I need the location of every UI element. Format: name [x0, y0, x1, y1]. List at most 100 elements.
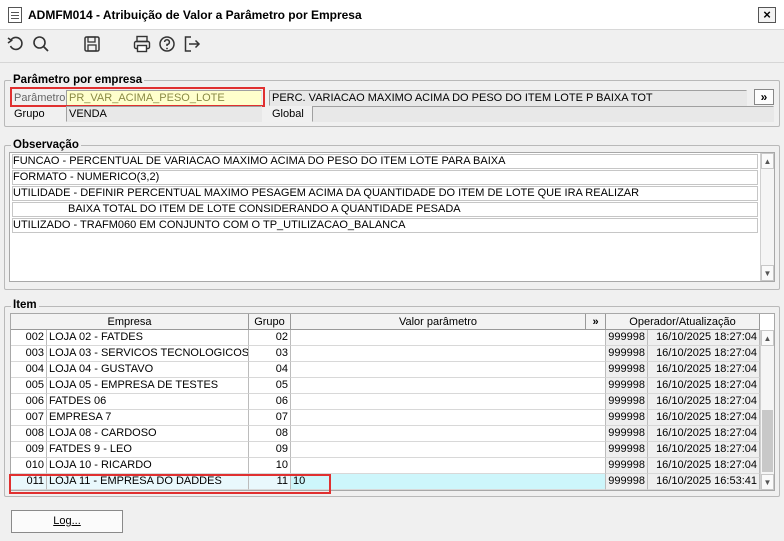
table-row[interactable]: 009 FATDES 9 - LEO 09 999998 16/10/2025 18:2…	[11, 442, 760, 458]
log-button[interactable]: Log...	[11, 510, 123, 533]
grupo-field: VENDA	[66, 106, 262, 122]
column-header-empresa[interactable]: Empresa	[11, 314, 249, 330]
empresa-cell: LOJA 02 - FATDES	[47, 330, 249, 346]
valor-parametro-input[interactable]	[291, 378, 606, 394]
atualizacao-cell: 16/10/2025 18:27:04	[648, 394, 760, 410]
column-header-grupo[interactable]: Grupo	[249, 314, 291, 330]
cod-cell: 010	[11, 458, 47, 474]
cod-cell: 002	[11, 330, 47, 346]
grupo-cell: 09	[249, 442, 291, 458]
global-label: Global	[272, 108, 304, 120]
print-icon[interactable]	[132, 34, 152, 54]
save-icon[interactable]	[82, 34, 102, 54]
column-header-operador[interactable]: Operador/Atualização	[606, 314, 760, 330]
operador-cell: 999998	[606, 330, 648, 346]
cod-cell: 003	[11, 346, 47, 362]
empresa-cell: LOJA 11 - EMPRESA DO DADDES	[47, 474, 249, 490]
operador-cell: 999998	[606, 394, 648, 410]
atualizacao-cell: 16/10/2025 16:53:41	[648, 474, 760, 490]
help-icon[interactable]	[157, 34, 177, 54]
cod-cell: 008	[11, 426, 47, 442]
observacao-line: UTILIZADO - TRAFM060 EM CONJUNTO COM O T…	[12, 218, 758, 233]
parametro-description-field: PERC. VARIACAO MAXIMO ACIMA DO PESO DO I…	[269, 90, 747, 106]
atualizacao-cell: 16/10/2025 18:27:04	[648, 410, 760, 426]
table-row[interactable]: 002 LOJA 02 - FATDES 02 999998 16/10/2025 18…	[11, 330, 760, 346]
table-row[interactable]: 006 FATDES 06 06 999998 16/10/2025 18:27:04	[11, 394, 760, 410]
param-group-legend: Parâmetro por empresa	[11, 74, 145, 86]
valor-parametro-input[interactable]	[291, 394, 606, 410]
grupo-cell: 08	[249, 426, 291, 442]
scroll-up-icon[interactable]: ▲	[761, 330, 774, 346]
observacao-line: FUNCAO - PERCENTUAL DE VARIACAO MAXIMO A…	[12, 154, 758, 169]
valor-parametro-input[interactable]	[291, 330, 606, 346]
valor-parametro-input[interactable]	[291, 410, 606, 426]
operador-cell: 999998	[606, 442, 648, 458]
scroll-down-icon[interactable]: ▼	[761, 474, 774, 490]
observacao-legend: Observação	[11, 139, 81, 151]
valor-parametro-input[interactable]	[291, 458, 606, 474]
table-row[interactable]: 008 LOJA 08 - CARDOSO 08 999998 16/10/2025 1…	[11, 426, 760, 442]
empresa-cell: LOJA 05 - EMPRESA DE TESTES	[47, 378, 249, 394]
document-icon	[8, 7, 22, 23]
empresa-cell: FATDES 9 - LEO	[47, 442, 249, 458]
operador-cell: 999998	[606, 458, 648, 474]
operador-cell: 999998	[606, 378, 648, 394]
cod-cell: 009	[11, 442, 47, 458]
table-row[interactable]: 003 LOJA 03 - SERVICOS TECNOLOGICOS LT 03 9…	[11, 346, 760, 362]
grupo-cell: 10	[249, 458, 291, 474]
scroll-down-icon[interactable]: ▼	[761, 265, 774, 281]
empresa-cell: LOJA 08 - CARDOSO	[47, 426, 249, 442]
column-header-expand[interactable]: »	[586, 314, 606, 330]
grupo-label: Grupo	[14, 108, 45, 120]
item-legend: Item	[11, 299, 39, 311]
operador-cell: 999998	[606, 362, 648, 378]
observacao-scrollbar[interactable]: ▲ ▼	[760, 153, 774, 281]
expand-description-button[interactable]: »	[754, 89, 774, 105]
observacao-line: FORMATO - NUMERICO(3,2)	[12, 170, 758, 185]
atualizacao-cell: 16/10/2025 18:27:04	[648, 330, 760, 346]
atualizacao-cell: 16/10/2025 18:27:04	[648, 362, 760, 378]
table-row[interactable]: 011 LOJA 11 - EMPRESA DO DADDES 11 10 999998…	[11, 474, 760, 490]
valor-parametro-input[interactable]: 10	[291, 474, 606, 490]
parametro-field[interactable]: PR_VAR_ACIMA_PESO_LOTE	[66, 90, 262, 106]
valor-parametro-input[interactable]	[291, 426, 606, 442]
global-field	[312, 106, 774, 122]
atualizacao-cell: 16/10/2025 18:27:04	[648, 426, 760, 442]
operador-cell: 999998	[606, 410, 648, 426]
table-row[interactable]: 010 LOJA 10 - RICARDO 10 999998 16/10/2025 1…	[11, 458, 760, 474]
valor-parametro-input[interactable]	[291, 346, 606, 362]
cod-cell: 004	[11, 362, 47, 378]
window-title: ADMFM014 - Atribuição de Valor a Parâmet…	[28, 8, 362, 22]
column-header-valor[interactable]: Valor parâmetro	[291, 314, 586, 330]
empresa-cell: LOJA 10 - RICARDO	[47, 458, 249, 474]
undo-icon[interactable]	[6, 34, 26, 54]
toolbar-divider	[0, 62, 784, 63]
grupo-cell: 11	[249, 474, 291, 490]
exit-icon[interactable]	[182, 34, 202, 54]
operador-cell: 999998	[606, 426, 648, 442]
atualizacao-cell: 16/10/2025 18:27:04	[648, 346, 760, 362]
cod-cell: 007	[11, 410, 47, 426]
empresa-cell: EMPRESA 7	[47, 410, 249, 426]
close-button[interactable]: ×	[758, 7, 776, 23]
grupo-cell: 06	[249, 394, 291, 410]
table-row[interactable]: 005 LOJA 05 - EMPRESA DE TESTES 05 999998 16…	[11, 378, 760, 394]
log-button-label: Log...	[53, 515, 81, 527]
table-row[interactable]: 004 LOJA 04 - GUSTAVO 04 999998 16/10/2025 1…	[11, 362, 760, 378]
item-table-scrollbar[interactable]: ▲ ▼	[760, 330, 774, 490]
scrollbar-thumb[interactable]	[762, 410, 773, 472]
grupo-cell: 07	[249, 410, 291, 426]
grupo-cell: 04	[249, 362, 291, 378]
table-row[interactable]: 007 EMPRESA 7 07 999998 16/10/2025 18:27:04	[11, 410, 760, 426]
operador-cell: 999998	[606, 474, 648, 490]
valor-parametro-input[interactable]	[291, 442, 606, 458]
valor-parametro-input[interactable]	[291, 362, 606, 378]
item-table: Empresa Grupo Valor parâmetro » Operador…	[10, 313, 775, 491]
observacao-text-area[interactable]: FUNCAO - PERCENTUAL DE VARIACAO MAXIMO A…	[9, 152, 775, 282]
parametro-label: Parâmetro	[14, 92, 66, 104]
search-icon[interactable]	[31, 34, 51, 54]
cod-cell: 005	[11, 378, 47, 394]
cod-cell: 006	[11, 394, 47, 410]
scroll-up-icon[interactable]: ▲	[761, 153, 774, 169]
empresa-cell: FATDES 06	[47, 394, 249, 410]
